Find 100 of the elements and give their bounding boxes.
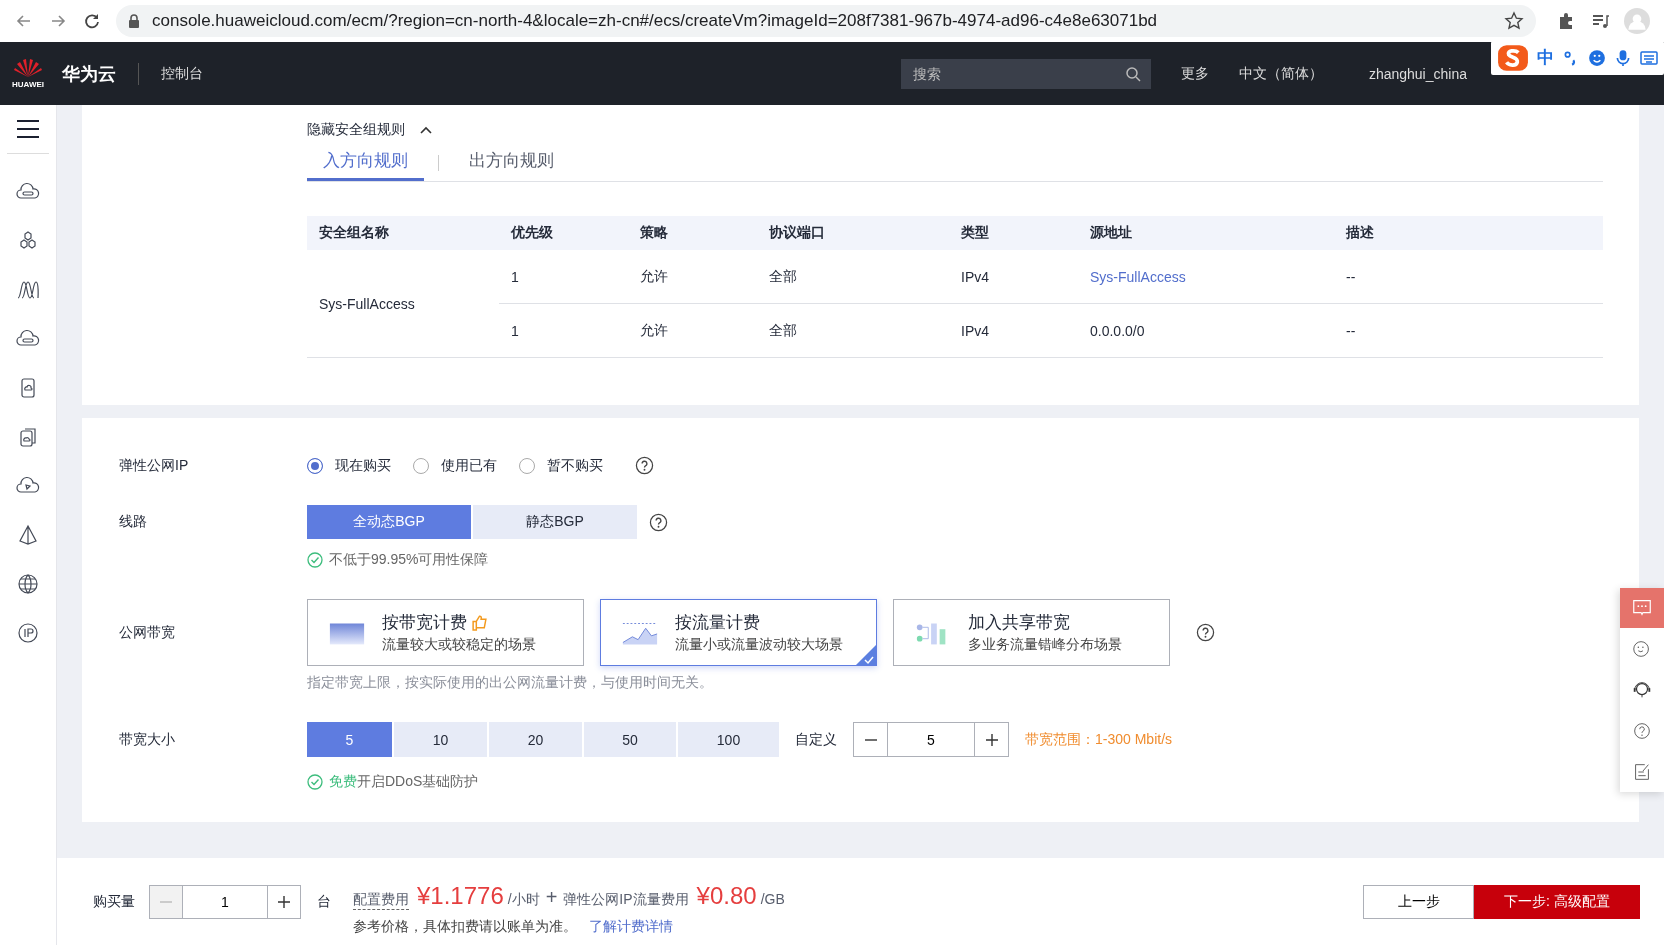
search-icon[interactable]: [1124, 65, 1141, 82]
menu-icon[interactable]: [16, 119, 40, 139]
table-cell: IPv4: [949, 250, 1078, 304]
free-label: 免费: [329, 773, 357, 791]
bandwidth-option[interactable]: 5: [307, 722, 392, 757]
line-option[interactable]: 全动态BGP: [307, 505, 471, 539]
option-title: 按流量计费: [675, 612, 760, 634]
line-option[interactable]: 静态BGP: [473, 505, 637, 539]
pricing-details-link[interactable]: 了解计费详情: [589, 917, 673, 936]
table-cell: Sys-FullAccess: [307, 250, 499, 358]
previous-button[interactable]: 上一步: [1363, 884, 1474, 919]
bandwidth-range: 带宽范围：1-300 Mbit/s: [1025, 730, 1173, 749]
next-button[interactable]: 下一步: 高级配置: [1474, 884, 1640, 919]
star-icon[interactable]: [1504, 11, 1524, 31]
ime-toolbar[interactable]: 中: [1491, 40, 1664, 75]
column-header: 安全组名称: [307, 216, 499, 250]
rules-tab[interactable]: 入方向规则: [307, 145, 424, 181]
price-note: 参考价格，具体扣费请以账单为准。: [353, 917, 577, 936]
flower-logo-icon: [13, 58, 43, 78]
quantity-input[interactable]: 1: [182, 885, 268, 918]
bandwidth-option[interactable]: 50: [584, 722, 676, 757]
bandwidth-option[interactable]: 10: [394, 722, 487, 757]
plus-icon[interactable]: [984, 732, 999, 747]
quantity-label: 购买量: [93, 892, 135, 911]
user-menu[interactable]: zhanghui_china: [1368, 65, 1467, 82]
brand-name[interactable]: 华为云: [62, 61, 116, 86]
chat-button[interactable]: [1620, 588, 1664, 628]
language-menu[interactable]: 中文（简体）: [1238, 64, 1323, 83]
help-icon[interactable]: [649, 512, 668, 532]
table-cell: IPv4: [949, 303, 1078, 358]
table-cell: 全部: [757, 303, 949, 358]
traffic-fee-label: 弹性公网IP流量费用: [563, 890, 689, 909]
billing-option-card[interactable]: 按流量计费 流量小或流量波动较大场景: [600, 599, 877, 666]
fee-unit: /小时: [507, 890, 540, 909]
billing-note: 指定带宽上限，按实际使用的出公网流量计费，与使用时间无关。: [307, 674, 713, 692]
bandwidth-option[interactable]: 20: [489, 722, 582, 757]
bandwidth-input[interactable]: 5: [887, 723, 975, 756]
pyramid-icon[interactable]: [16, 523, 40, 547]
lock-icon: [128, 14, 140, 28]
smiley-icon[interactable]: [1588, 48, 1606, 67]
console-link[interactable]: 控制台: [161, 64, 203, 83]
column-header: 类型: [949, 216, 1078, 250]
custom-label: 自定义: [795, 730, 837, 749]
help-icon[interactable]: [635, 456, 654, 475]
column-header: 策略: [628, 216, 757, 250]
table-cell: 允许: [628, 250, 757, 304]
selected-check-icon: [856, 645, 876, 665]
check-circle-icon: [307, 774, 323, 790]
ime-language[interactable]: 中: [1537, 46, 1554, 69]
ddos-note: 开启DDoS基础防护: [357, 773, 479, 791]
table-cell: --: [1334, 250, 1603, 304]
more-menu[interactable]: 更多: [1180, 64, 1209, 83]
field-label: 线路: [119, 513, 148, 531]
field-label: 弹性公网IP: [119, 456, 190, 475]
thumbs-up-icon: [471, 614, 488, 631]
column-header: 协议端口: [757, 216, 949, 250]
source-address: 0.0.0.0/0: [1090, 322, 1145, 339]
ip-icon[interactable]: [16, 621, 40, 645]
plus-icon[interactable]: [277, 894, 291, 909]
search-field[interactable]: 搜索: [900, 58, 1151, 89]
logo-text: HUAWEI: [12, 80, 44, 89]
quantity-stepper[interactable]: 1: [149, 884, 301, 919]
radio-option[interactable]: 使用已有: [413, 456, 497, 475]
table-cell: --: [1334, 303, 1603, 358]
bandwidth-stepper[interactable]: 5: [853, 722, 1009, 757]
plus-sign: +: [545, 885, 558, 909]
rules-tab[interactable]: 出方向规则: [453, 145, 570, 181]
option-description: 多业务流量错峰分布场景: [968, 636, 1122, 654]
field-label: 公网带宽: [119, 623, 176, 642]
help-icon[interactable]: [1196, 623, 1215, 642]
billing-option-card[interactable]: 按带宽计费 流量较大或较稳定的场景: [307, 599, 584, 666]
traffic-fee: ¥0.80: [696, 881, 757, 910]
column-header: 描述: [1334, 216, 1603, 250]
table-cell: 1: [499, 250, 628, 304]
hide-rules-toggle[interactable]: 隐藏安全组规则: [307, 121, 1603, 139]
address-bar[interactable]: console.huaweicloud.com/ecm/?region=cn-north-4&locale=zh-cn#/ecs/createVm?imageId=208f7381-967b-4974-ad96-c4e8e63071bd: [116, 5, 1536, 37]
field-label: 带宽大小: [119, 730, 176, 749]
fee-unit: /GB: [760, 890, 785, 907]
chevron-icon[interactable]: [419, 125, 433, 135]
table-cell: 全部: [757, 250, 949, 304]
column-header: 源地址: [1078, 216, 1334, 250]
config-fee: ¥1.1776: [417, 881, 504, 910]
radio-option[interactable]: 现在购买: [307, 456, 391, 475]
option-title: 按带宽计费: [382, 612, 467, 634]
keyboard-icon[interactable]: [1640, 48, 1658, 67]
radio-option[interactable]: 暂不购买: [519, 456, 603, 475]
option-title: 加入共享带宽: [968, 612, 1070, 634]
microphone-icon[interactable]: [1614, 48, 1632, 67]
config-fee-label[interactable]: 配置费用: [353, 890, 409, 910]
search-input[interactable]: 搜索: [910, 64, 1125, 83]
bandwidth-option[interactable]: 100: [678, 722, 779, 757]
billing-option-card[interactable]: 加入共享带宽 多业务流量错峰分布场景: [893, 599, 1170, 666]
source-link[interactable]: Sys-FullAccess: [1090, 268, 1186, 285]
column-header: 优先级: [499, 216, 628, 250]
option-description: 流量小或流量波动较大场景: [675, 636, 843, 654]
table-cell: 允许: [628, 303, 757, 358]
option-description: 流量较大或较稳定的场景: [382, 636, 536, 654]
check-circle-icon: [307, 552, 323, 568]
globe-icon[interactable]: [16, 572, 40, 596]
availability-note: 不低于99.95%可用性保障: [329, 551, 489, 569]
